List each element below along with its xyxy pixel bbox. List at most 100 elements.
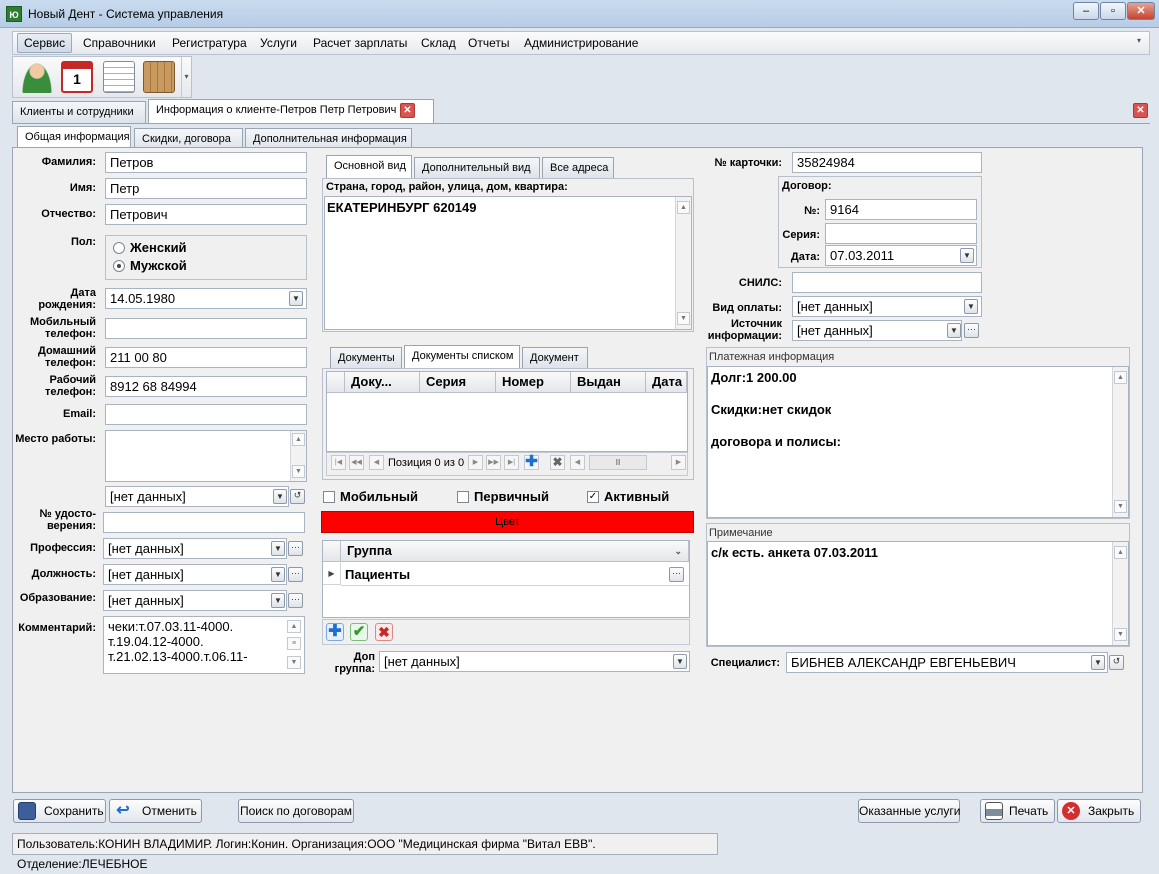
note-scrollbar[interactable]: ▲ ▼ bbox=[1112, 542, 1128, 645]
dop-group-dropdown-icon[interactable]: ▼ bbox=[673, 654, 687, 669]
workplace-field[interactable]: ▲ ▼ bbox=[105, 430, 307, 482]
color-bar[interactable]: Цвет bbox=[321, 511, 694, 533]
workplace-scrollbar[interactable]: ▲ ▼ bbox=[290, 431, 306, 481]
maximize-button[interactable]: ▫ bbox=[1100, 2, 1126, 20]
scroll-down-icon[interactable]: ▼ bbox=[292, 465, 305, 478]
tab-address-main[interactable]: Основной вид bbox=[326, 155, 412, 179]
note-field[interactable]: с/к есть. анкета 07.03.2011 ▲ ▼ bbox=[707, 541, 1129, 646]
email-field[interactable] bbox=[105, 404, 307, 425]
toolbar-more-icon[interactable]: ▾ bbox=[181, 57, 191, 97]
contract-series-field[interactable] bbox=[825, 223, 977, 244]
cancel-button[interactable]: ↩ Отменить bbox=[109, 799, 202, 823]
groups-grid[interactable]: Группа ⌄ ▶ Пациенты ··· bbox=[322, 540, 690, 618]
hscroll-left-icon[interactable]: ◀ bbox=[570, 455, 585, 470]
birth-field[interactable]: 14.05.1980 bbox=[105, 288, 307, 309]
address-scrollbar[interactable]: ▲ ▼ bbox=[675, 197, 691, 329]
col-series[interactable]: Серия bbox=[420, 372, 496, 393]
nav-last-icon[interactable]: ▶| bbox=[504, 455, 519, 470]
close-button[interactable]: ✕ Закрыть bbox=[1057, 799, 1141, 823]
mobile-checkbox[interactable] bbox=[323, 491, 335, 503]
note-scroll-up-icon[interactable]: ▲ bbox=[1114, 546, 1127, 559]
nav-add-icon[interactable]: ✚ bbox=[524, 454, 539, 470]
address-field[interactable]: ЕКАТЕРИНБУРГ 620149 ▲ ▼ bbox=[324, 196, 692, 330]
menu-salary[interactable]: Расчет зарплаты bbox=[313, 36, 407, 50]
col-date[interactable]: Дата bbox=[646, 372, 687, 393]
sex-male-radio[interactable] bbox=[113, 260, 125, 272]
tab-client-info[interactable]: Информация о клиенте-Петров Петр Петрови… bbox=[148, 99, 434, 123]
doc-type-select[interactable]: [нет данных] bbox=[105, 486, 289, 507]
groups-row-more-icon[interactable]: ··· bbox=[669, 567, 684, 582]
group-cancel-icon[interactable]: ✖ bbox=[375, 623, 393, 641]
profession-dropdown-icon[interactable]: ▼ bbox=[271, 541, 285, 556]
menu-warehouse[interactable]: Склад bbox=[421, 36, 456, 50]
nav-delete-icon[interactable]: ✖ bbox=[550, 455, 565, 470]
menu-service[interactable]: Сервис bbox=[17, 33, 73, 53]
address-scroll-up-icon[interactable]: ▲ bbox=[677, 201, 690, 214]
groups-sort-icon[interactable]: ⌄ bbox=[674, 541, 682, 561]
primary-checkbox[interactable] bbox=[457, 491, 469, 503]
surname-field[interactable]: Петров bbox=[105, 152, 307, 173]
comment-scroll-up-icon[interactable]: ▲ bbox=[287, 620, 301, 633]
comment-field[interactable]: чеки:т.07.03.11-4000. т.19.04.12-4000. т… bbox=[103, 616, 305, 674]
position-select[interactable]: [нет данных] bbox=[103, 564, 287, 585]
payment-select[interactable]: [нет данных] bbox=[792, 296, 982, 317]
print-button[interactable]: Печать bbox=[980, 799, 1055, 823]
education-dropdown-icon[interactable]: ▼ bbox=[271, 593, 285, 608]
specialist-dropdown-icon[interactable]: ▼ bbox=[1091, 655, 1105, 670]
warehouse-box-icon[interactable] bbox=[143, 61, 175, 93]
col-number[interactable]: Номер bbox=[496, 372, 571, 393]
hscroll-thumb[interactable]: Ⅲ bbox=[589, 455, 647, 470]
col-document[interactable]: Доку... bbox=[345, 372, 420, 393]
scroll-up-icon[interactable]: ▲ bbox=[292, 433, 305, 446]
doc-type-reset-icon[interactable]: ↺ bbox=[290, 489, 305, 504]
payment-info-field[interactable]: Долг:1 200.00 Скидки:нет скидок договора… bbox=[707, 366, 1129, 518]
tab-documents[interactable]: Документы bbox=[330, 347, 402, 369]
comment-scroll-down-icon[interactable]: ▼ bbox=[287, 656, 301, 669]
patronymic-field[interactable]: Петрович bbox=[105, 204, 307, 225]
search-contracts-button[interactable]: Поиск по договорам bbox=[238, 799, 354, 823]
source-more-icon[interactable]: ··· bbox=[964, 323, 979, 338]
group-add-icon[interactable]: ✚ bbox=[326, 623, 344, 641]
specialist-select[interactable]: БИБНЕВ АЛЕКСАНДР ЕВГЕНЬЕВИЧ bbox=[786, 652, 1108, 673]
specialist-reset-icon[interactable]: ↺ bbox=[1109, 655, 1124, 670]
doc-type-dropdown-icon[interactable]: ▼ bbox=[273, 489, 287, 504]
close-all-tabs-icon[interactable]: ✕ bbox=[1133, 103, 1148, 118]
nav-first-icon[interactable]: |◀ bbox=[331, 455, 346, 470]
group-confirm-icon[interactable]: ✔ bbox=[350, 623, 368, 641]
home-phone-field[interactable]: 211 00 80 bbox=[105, 347, 307, 368]
education-select[interactable]: [нет данных] bbox=[103, 590, 287, 611]
payment-scroll-up-icon[interactable]: ▲ bbox=[1114, 371, 1127, 384]
payment-scroll-down-icon[interactable]: ▼ bbox=[1114, 500, 1127, 513]
sex-female-radio[interactable] bbox=[113, 242, 125, 254]
contract-date-dropdown-icon[interactable]: ▼ bbox=[960, 248, 974, 263]
work-phone-field[interactable]: 8912 68 84994 bbox=[105, 376, 307, 397]
payment-dropdown-icon[interactable]: ▼ bbox=[964, 299, 978, 314]
menu-overflow-icon[interactable]: ▾ bbox=[1137, 36, 1149, 50]
close-window-button[interactable]: ✕ bbox=[1127, 2, 1155, 20]
mobile-field[interactable] bbox=[105, 318, 307, 339]
documents-grid[interactable]: Доку... Серия Номер Выдан Дата bbox=[326, 371, 688, 452]
nav-next-icon[interactable]: ▶ bbox=[468, 455, 483, 470]
comment-scroll-mid-icon[interactable]: ≡ bbox=[287, 637, 301, 650]
provided-services-button[interactable]: Оказанные услуги bbox=[858, 799, 960, 823]
source-dropdown-icon[interactable]: ▼ bbox=[947, 323, 961, 338]
profession-more-icon[interactable]: ··· bbox=[288, 541, 303, 556]
clipboard-icon[interactable] bbox=[103, 61, 135, 93]
calendar-icon[interactable]: 1 bbox=[61, 61, 93, 93]
active-checkbox[interactable]: ✓ bbox=[587, 491, 599, 503]
card-number-field[interactable]: 35824984 bbox=[792, 152, 982, 173]
menu-services[interactable]: Услуги bbox=[260, 36, 297, 50]
groups-header[interactable]: Группа ⌄ bbox=[341, 541, 689, 562]
payment-info-scrollbar[interactable]: ▲ ▼ bbox=[1112, 367, 1128, 517]
snils-field[interactable] bbox=[792, 272, 982, 293]
dop-group-select[interactable]: [нет данных] bbox=[379, 651, 690, 672]
tab-document[interactable]: Документ bbox=[522, 347, 588, 369]
source-select[interactable]: [нет данных] bbox=[792, 320, 962, 341]
tab-clients-staff[interactable]: Клиенты и сотрудники bbox=[12, 101, 146, 123]
contract-date-field[interactable]: 07.03.2011 bbox=[825, 245, 977, 266]
position-dropdown-icon[interactable]: ▼ bbox=[271, 567, 285, 582]
minimize-button[interactable]: – bbox=[1073, 2, 1099, 20]
address-scroll-down-icon[interactable]: ▼ bbox=[677, 312, 690, 325]
name-field[interactable]: Петр bbox=[105, 178, 307, 199]
birth-dropdown-icon[interactable]: ▼ bbox=[289, 291, 303, 306]
